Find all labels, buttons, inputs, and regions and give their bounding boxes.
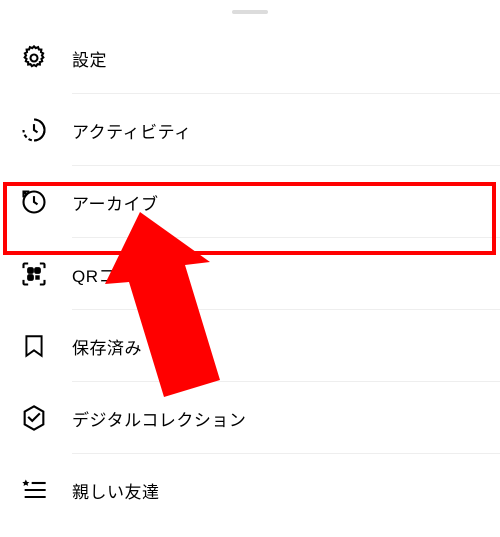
menu-label: 保存済み (72, 334, 142, 359)
activity-icon (20, 116, 48, 144)
digital-collection-icon (20, 404, 48, 432)
close-friends-icon (20, 476, 48, 504)
menu-label: 設定 (72, 46, 107, 71)
settings-icon (20, 44, 48, 72)
menu-item-qr[interactable]: QRコード (0, 238, 500, 310)
menu-item-digital-collection[interactable]: デジタルコレクション (0, 382, 500, 454)
menu-label: アーカイブ (72, 190, 158, 215)
archive-icon (20, 188, 48, 216)
menu-item-close-friends[interactable]: 親しい友達 (0, 454, 500, 526)
menu-label: デジタルコレクション (72, 406, 246, 431)
menu-label: 親しい友達 (72, 478, 160, 503)
menu-label: QRコード (72, 262, 151, 287)
drag-handle[interactable] (232, 10, 268, 14)
menu-item-settings[interactable]: 設定 (0, 22, 500, 94)
menu-item-archive[interactable]: アーカイブ (0, 166, 500, 238)
menu-item-saved[interactable]: 保存済み (0, 310, 500, 382)
saved-icon (20, 332, 48, 360)
menu-item-activity[interactable]: アクティビティ (0, 94, 500, 166)
menu-label: アクティビティ (72, 118, 192, 143)
qr-icon (20, 260, 48, 288)
menu-list: 設定 アクティビティ アーカイブ (0, 22, 500, 526)
